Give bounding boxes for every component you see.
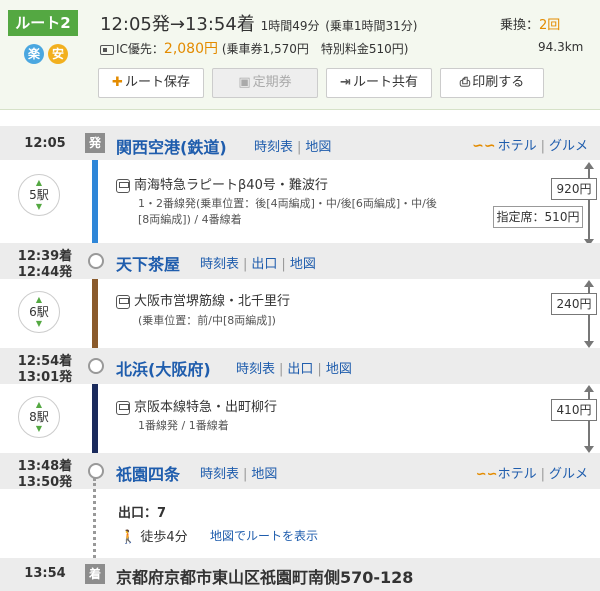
chevron-up-icon: ▲ bbox=[35, 295, 43, 304]
timetable-link[interactable]: 時刻表 bbox=[200, 257, 239, 272]
station-links: 時刻表 | 地図 bbox=[200, 467, 278, 482]
walk-time: 🚶 徒歩4分 bbox=[120, 530, 188, 545]
gourmet-link[interactable]: グルメ bbox=[549, 139, 588, 154]
ic-card-icon bbox=[100, 44, 114, 55]
walking-person-icon: 🚶 bbox=[120, 530, 137, 545]
platform-note-1b: [8両編成]) / 4番線着 bbox=[138, 213, 242, 226]
station-links: 時刻表 | 地図 bbox=[254, 140, 332, 155]
timetable-link[interactable]: 時刻表 bbox=[200, 467, 239, 482]
stop-count-3[interactable]: ▲ 8駅 ▼ bbox=[18, 396, 60, 438]
station-name[interactable]: 祇園四条 bbox=[116, 461, 180, 485]
route-label: ルート2 bbox=[8, 10, 78, 36]
segment-fare-1: 920円 bbox=[551, 178, 597, 200]
route-time: 12:05発→13:54着 1時間49分 (乗車1時間31分) bbox=[100, 10, 417, 36]
station-links: 時刻表 | 出口 | 地図 bbox=[200, 257, 316, 272]
hotel-link[interactable]: ホテル bbox=[498, 139, 537, 154]
destination-address: 京都府京都市東山区祇園町南側570-128 bbox=[116, 568, 414, 587]
transfer-number: 2回 bbox=[539, 18, 561, 33]
chevron-down-icon: ▼ bbox=[35, 202, 43, 211]
total-fare: 2,080円 bbox=[163, 41, 219, 57]
save-route-button[interactable]: ✚ ルート保存 bbox=[98, 68, 204, 98]
stop-count-2[interactable]: ▲ 6駅 ▼ bbox=[18, 291, 60, 333]
chevron-down-icon: ▼ bbox=[35, 319, 43, 328]
arrival-time: 13:54 bbox=[24, 566, 66, 581]
train-name-3: 京阪本線特急・出町柳行 bbox=[116, 396, 277, 415]
station-dot bbox=[88, 358, 104, 374]
transfer-label: 乗換： bbox=[500, 18, 540, 33]
station-name[interactable]: 北浜(大阪府) bbox=[116, 356, 211, 380]
chevron-up-icon: ▲ bbox=[35, 400, 43, 409]
share-route-button[interactable]: ⇥ ルート共有 bbox=[326, 68, 432, 98]
hotel-link[interactable]: ホテル bbox=[498, 467, 537, 482]
departure-time: 12:05 bbox=[24, 136, 66, 151]
platform-note-2: (乗車位置：前/中[8両編成]) bbox=[138, 314, 276, 327]
duration: 1時間49分 bbox=[260, 19, 320, 33]
station-name[interactable]: 天下茶屋 bbox=[116, 251, 180, 275]
map-link[interactable]: 地図 bbox=[305, 140, 331, 155]
train-icon bbox=[116, 294, 130, 309]
walking-path-line bbox=[93, 478, 97, 558]
departure-badge: 発 bbox=[85, 133, 105, 153]
timetable-link[interactable]: 時刻表 bbox=[236, 362, 275, 377]
cheap-tag-icon: 安 bbox=[48, 44, 68, 64]
station-dot bbox=[88, 463, 104, 479]
print-button[interactable]: ⎙ 印刷する bbox=[440, 68, 544, 98]
train-name-2: 大阪市営堺筋線・北千里行 bbox=[116, 290, 290, 309]
exit-link[interactable]: 出口 bbox=[287, 362, 313, 377]
station-name[interactable]: 関西空港(鉄道) bbox=[116, 134, 227, 158]
arrival-badge: 着 bbox=[85, 564, 105, 584]
train-icon bbox=[116, 400, 130, 415]
show-route-on-map-link[interactable]: 地図でルートを表示 bbox=[210, 527, 318, 544]
exit-number: 出口：7 bbox=[118, 506, 167, 521]
map-link[interactable]: 地図 bbox=[251, 467, 277, 482]
printer-icon: ⎙ bbox=[459, 75, 471, 90]
fare-line: IC優先：2,080円 (乗車券1,570円 特別料金510円) bbox=[100, 38, 408, 58]
train-icon bbox=[116, 178, 130, 193]
hotel-gourmet-links: ∽∽ホテル|グルメ bbox=[472, 138, 588, 154]
hotel-gourmet-links: ∽∽ホテル|グルメ bbox=[475, 467, 588, 482]
segment-fare-2: 240円 bbox=[551, 293, 597, 315]
chevron-up-icon: ▲ bbox=[35, 178, 43, 187]
stop-count-1[interactable]: ▲ 5駅 ▼ bbox=[18, 174, 60, 216]
exit-link[interactable]: 出口 bbox=[251, 257, 277, 272]
departure-time: 12:44発 bbox=[17, 265, 73, 280]
route-summary-header: ルート2 楽 安 12:05発→13:54着 1時間49分 (乗車1時間31分)… bbox=[0, 0, 600, 110]
distance: 94.3km bbox=[538, 40, 584, 54]
share-icon: ⇥ bbox=[340, 75, 351, 90]
platform-note-1a: 1・2番線発(乗車位置：後[4両編成]・中/後[6両編成]・中/後 bbox=[138, 197, 437, 210]
segment-fare-3: 410円 bbox=[551, 399, 597, 421]
platform-note-3: 1番線発 / 1番線着 bbox=[138, 419, 229, 432]
station-dot bbox=[88, 253, 104, 269]
departure-time: 13:01発 bbox=[17, 370, 73, 385]
pass-icon: ▣ bbox=[238, 75, 251, 90]
transfer-count: 乗換：2回 bbox=[500, 14, 560, 33]
map-link[interactable]: 地図 bbox=[290, 257, 316, 272]
commuter-pass-button[interactable]: ▣ 定期券 bbox=[212, 68, 318, 98]
plus-icon: ✚ bbox=[112, 75, 123, 90]
reserved-seat-fare: 指定席：510円 bbox=[493, 206, 583, 228]
jalan-logo-icon: ∽∽ bbox=[472, 138, 496, 154]
station-links: 時刻表 | 出口 | 地図 bbox=[236, 362, 352, 377]
jalan-logo-icon: ∽∽ bbox=[475, 467, 498, 482]
ride-time: (乗車1時間31分) bbox=[325, 19, 418, 33]
map-link[interactable]: 地図 bbox=[326, 362, 352, 377]
timetable-link[interactable]: 時刻表 bbox=[254, 140, 293, 155]
time-range: 12:05発→13:54着 bbox=[100, 14, 255, 35]
fare-detail: (乗車券1,570円 特別料金510円) bbox=[221, 42, 409, 56]
ic-label: IC優先： bbox=[116, 42, 164, 56]
departure-time: 13:50発 bbox=[17, 475, 73, 490]
train-name-1: 南海特急ラピートβ40号・難波行 bbox=[116, 174, 328, 193]
gourmet-link[interactable]: グルメ bbox=[549, 467, 588, 482]
easy-tag-icon: 楽 bbox=[24, 44, 44, 64]
chevron-down-icon: ▼ bbox=[35, 424, 43, 433]
